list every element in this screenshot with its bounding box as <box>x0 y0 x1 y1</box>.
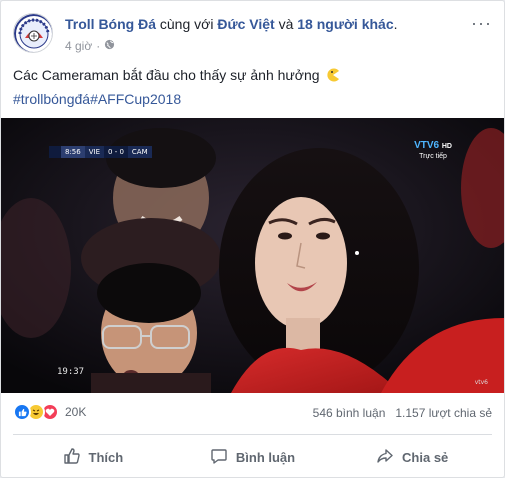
comment-bubble-icon <box>210 447 228 468</box>
live-label: Trực tiếp <box>419 153 447 160</box>
globe-icon[interactable] <box>104 39 115 53</box>
post-stats: 20K 546 bình luận 1.157 lượt chia sẻ <box>13 403 492 423</box>
share-label: Chia sẻ <box>402 449 449 465</box>
shares-count[interactable]: 1.157 lượt chia sẻ <box>395 406 492 420</box>
author-line: Troll Bóng Đá cùng với Đức Việt và 18 ng… <box>65 16 398 32</box>
channel-hd: HD <box>441 143 452 150</box>
tagged-person-link[interactable]: Đức Việt <box>217 16 274 32</box>
hashtag-trollbongda[interactable]: #trollbóngđá <box>13 91 90 107</box>
hashtags: #trollbóngđá#AFFCup2018 <box>13 89 181 109</box>
like-label: Thích <box>88 449 124 465</box>
post-actions: Thích Bình luận Chia sẻ <box>13 441 492 473</box>
team-away: CAM <box>127 146 152 158</box>
match-time: 8:56 <box>61 146 85 158</box>
post-time[interactable]: 4 giờ <box>65 39 92 53</box>
with-text: cùng với <box>156 16 218 32</box>
channel-watermark: vtv6 <box>474 379 488 386</box>
post-header: Troll Bóng Đá cùng với Đức Việt và 18 ng… <box>13 13 494 57</box>
score-overlay: 8:56 VIE 0 - 0 CAM <box>49 146 152 158</box>
more-options-button[interactable]: ··· <box>471 13 492 34</box>
match-score: 0 - 0 <box>104 146 128 158</box>
video-player[interactable]: 8:56 VIE 0 - 0 CAM VTV6 HD Trực tiếp 19:… <box>1 118 504 393</box>
comments-count[interactable]: 546 bình luận <box>313 406 386 420</box>
hashtag-affcup2018[interactable]: #AFFCup2018 <box>90 91 181 107</box>
channel-name: VTV6 <box>414 140 440 151</box>
timecode: 19:37 <box>57 367 85 377</box>
post-message: Các Cameraman bắt đầu cho thấy sự ảnh hư… <box>13 67 320 83</box>
team-home: VIE <box>84 146 105 158</box>
post-meta: 4 giờ · <box>65 39 115 53</box>
engagement-counts: 546 bình luận 1.157 lượt chia sẻ <box>313 406 492 420</box>
post-text: Các Cameraman bắt đầu cho thấy sự ảnh hư… <box>13 65 340 87</box>
reactions-summary[interactable]: 20K <box>13 403 86 421</box>
channel-logo: VTV6 HD Trực tiếp <box>414 140 452 160</box>
pacman-emoji-icon <box>326 67 340 87</box>
like-button[interactable]: Thích <box>13 441 173 473</box>
period-text: . <box>393 16 398 32</box>
thumbs-up-icon <box>63 447 81 468</box>
troll-bong-da-logo <box>14 14 52 52</box>
like-reaction-icon <box>13 403 31 421</box>
actions-divider <box>13 434 492 435</box>
meta-dot: · <box>96 39 101 53</box>
tournament-logo <box>49 146 61 158</box>
comment-button[interactable]: Bình luận <box>173 441 333 473</box>
comment-label: Bình luận <box>235 449 296 465</box>
page-name-link[interactable]: Troll Bóng Đá <box>65 16 156 32</box>
others-link[interactable]: 18 người khác <box>297 16 393 32</box>
share-arrow-icon <box>376 447 394 468</box>
share-button[interactable]: Chia sẻ <box>332 441 492 473</box>
and-text: và <box>274 16 298 32</box>
reaction-count[interactable]: 20K <box>65 405 86 419</box>
page-avatar[interactable] <box>13 13 53 53</box>
post-card: Troll Bóng Đá cùng với Đức Việt và 18 ng… <box>0 0 505 478</box>
